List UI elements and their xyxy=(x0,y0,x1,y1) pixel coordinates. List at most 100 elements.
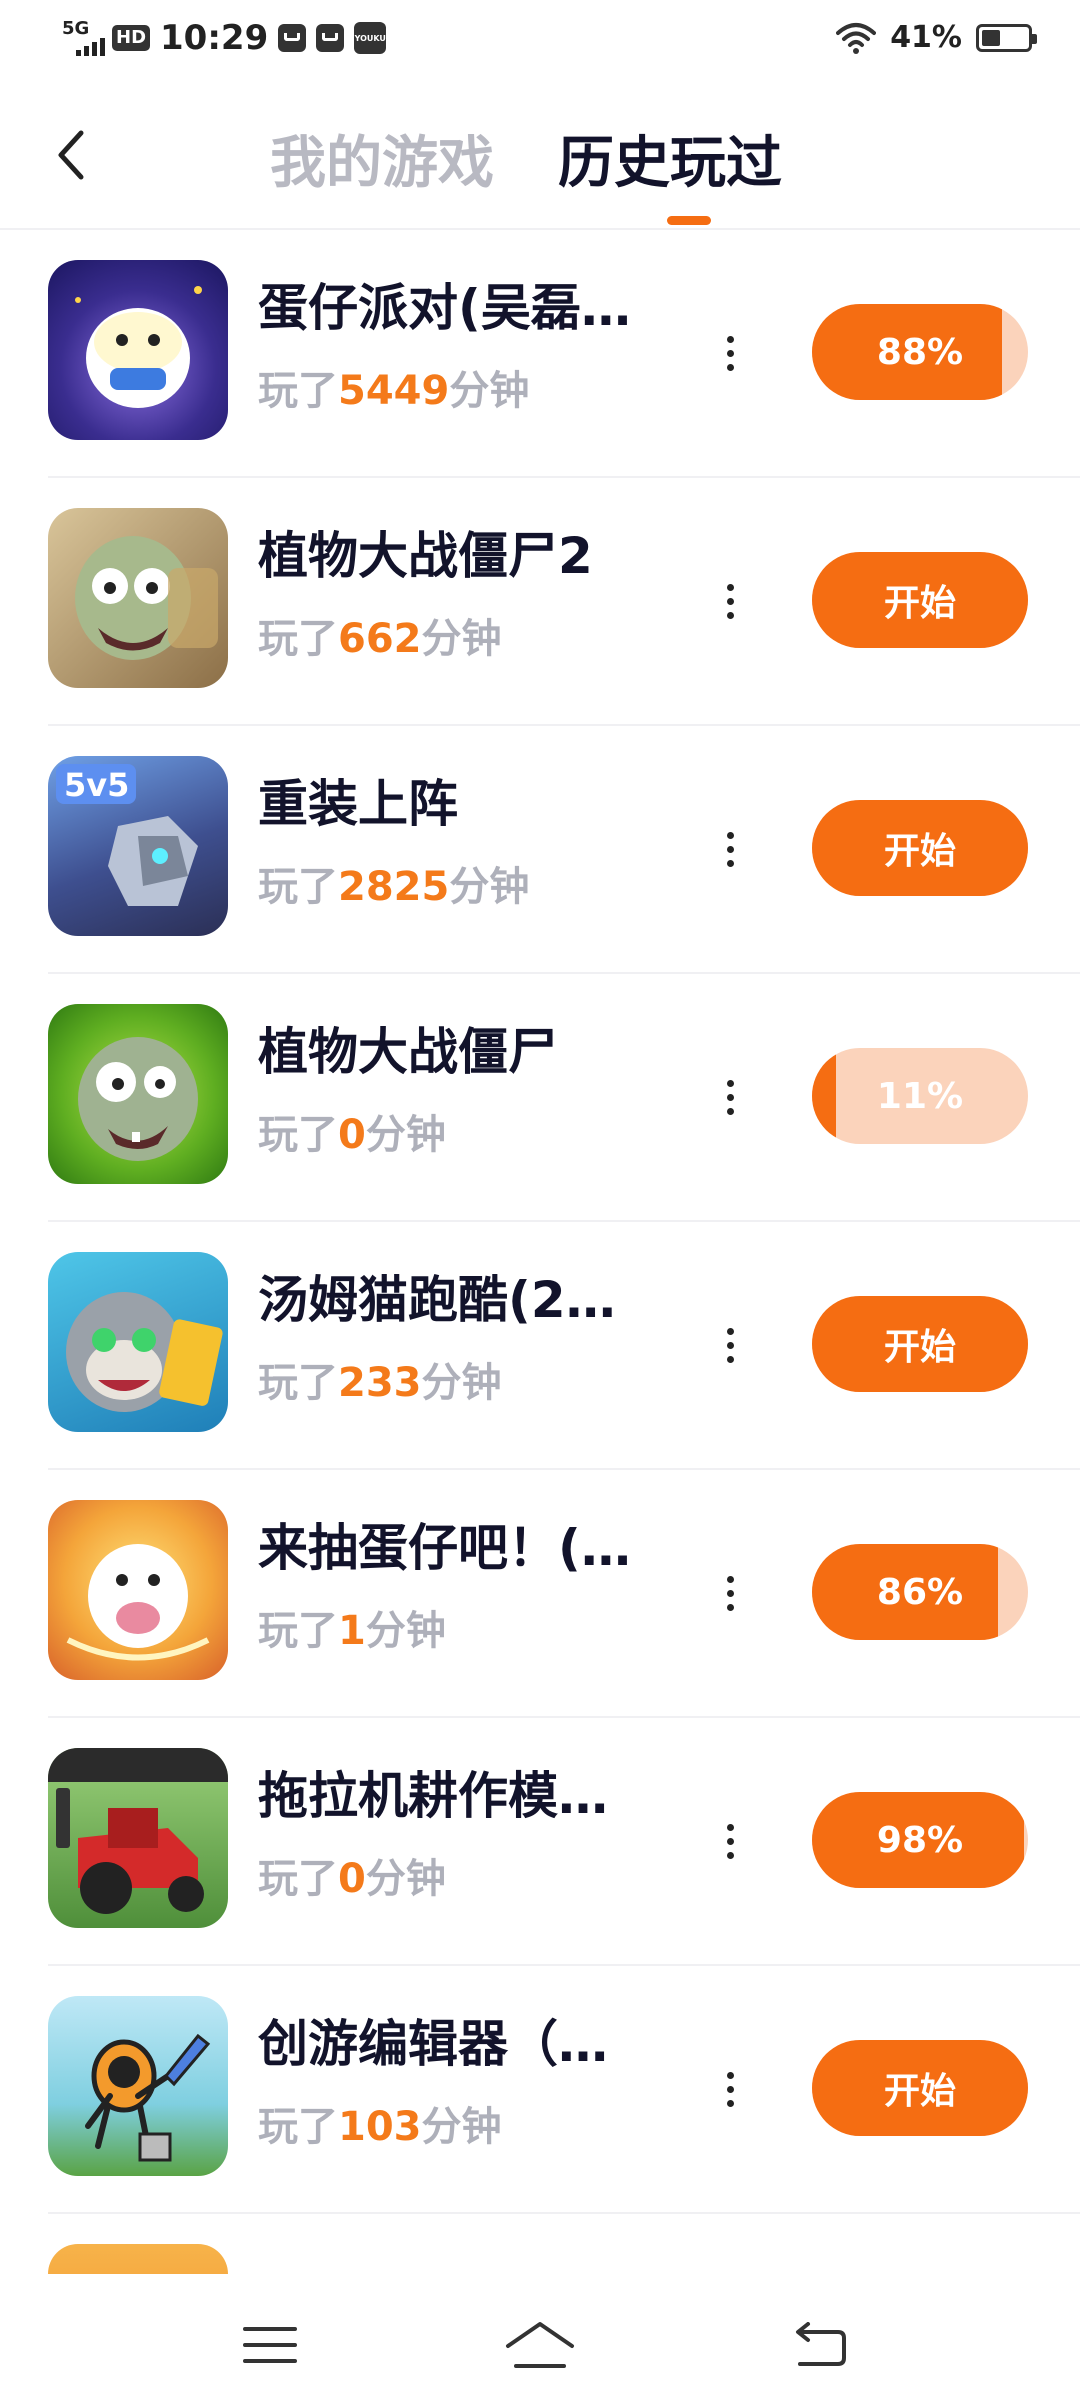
game-title[interactable]: 汤姆猫跑酷(2… xyxy=(258,1260,678,1332)
network-type: 5G xyxy=(62,18,90,39)
played-minutes: 0 xyxy=(338,1856,366,1902)
more-options-icon[interactable] xyxy=(710,1070,750,1124)
played-minutes: 103 xyxy=(338,2104,422,2150)
menu-button[interactable] xyxy=(220,2310,320,2380)
home-button[interactable] xyxy=(490,2310,590,2380)
more-options-icon[interactable] xyxy=(710,822,750,876)
played-minutes: 233 xyxy=(338,1360,422,1406)
played-time: 玩了2825分钟 xyxy=(258,854,529,912)
start-button[interactable]: 开始 xyxy=(812,552,1028,648)
mech-5v5-icon[interactable]: 5v5 xyxy=(48,756,228,936)
game-row[interactable]: 蛋仔派对(吴磊… 玩了5449分钟 88% xyxy=(0,230,1080,478)
pvz-icon[interactable] xyxy=(48,1004,228,1184)
played-prefix: 玩了 xyxy=(258,1608,338,1654)
played-prefix: 玩了 xyxy=(258,1856,338,1902)
download-progress-button[interactable]: 98% xyxy=(812,1792,1028,1888)
played-time: 玩了0分钟 xyxy=(258,1846,446,1904)
download-progress-button[interactable]: 11% xyxy=(812,1048,1028,1144)
played-time: 玩了5449分钟 xyxy=(258,358,529,416)
played-suffix: 分钟 xyxy=(365,1856,446,1902)
game-row[interactable]: 来抽蛋仔吧！(… 玩了1分钟 86% xyxy=(0,1470,1080,1718)
game-row-partial[interactable] xyxy=(0,2214,1080,2274)
tom-cat-icon[interactable] xyxy=(48,1252,228,1432)
played-suffix: 分钟 xyxy=(421,2104,502,2150)
played-suffix: 分钟 xyxy=(449,368,530,414)
pvz2-icon[interactable] xyxy=(48,508,228,688)
played-prefix: 玩了 xyxy=(258,616,338,662)
played-minutes: 662 xyxy=(338,616,422,662)
played-minutes: 1 xyxy=(338,1608,366,1654)
played-suffix: 分钟 xyxy=(449,864,530,910)
more-options-icon[interactable] xyxy=(710,574,750,628)
eggy-party-icon[interactable] xyxy=(48,260,228,440)
battery-icon xyxy=(976,23,1037,52)
played-suffix: 分钟 xyxy=(365,1608,446,1654)
game-row[interactable]: 汤姆猫跑酷(2… 玩了233分钟 开始 xyxy=(0,1222,1080,1470)
game-title[interactable]: 植物大战僵尸2 xyxy=(258,516,678,588)
more-options-icon[interactable] xyxy=(710,1814,750,1868)
message-notification-icon xyxy=(278,24,307,52)
home-icon xyxy=(506,2322,574,2368)
back-button[interactable] xyxy=(40,120,100,190)
tab-history-played[interactable]: 历史玩过 xyxy=(558,118,782,199)
active-tab-indicator xyxy=(667,216,711,225)
game-title[interactable]: 创游编辑器（… xyxy=(258,2004,678,2076)
game-title[interactable]: 拖拉机耕作模… xyxy=(258,1756,678,1828)
game-title[interactable]: 来抽蛋仔吧！(… xyxy=(258,1508,678,1580)
system-nav-bar xyxy=(0,2280,1080,2408)
start-button[interactable]: 开始 xyxy=(812,800,1028,896)
game-title[interactable]: 蛋仔派对(吴磊… xyxy=(258,268,678,340)
tractor-icon[interactable] xyxy=(48,1748,228,1928)
button-label: 86% xyxy=(876,1571,964,1613)
game-title[interactable]: 重装上阵 xyxy=(258,764,678,836)
back-icon xyxy=(796,2322,846,2366)
status-left: 5G HD 10:29 YOUKU xyxy=(60,18,387,58)
played-time: 玩了233分钟 xyxy=(258,1350,502,1408)
game-row[interactable]: 植物大战僵尸 玩了0分钟 11% xyxy=(0,974,1080,1222)
back-nav-button[interactable] xyxy=(770,2310,870,2380)
button-label: 11% xyxy=(876,1075,964,1117)
played-prefix: 玩了 xyxy=(258,864,338,910)
played-suffix: 分钟 xyxy=(421,1360,502,1406)
download-progress-button[interactable]: 86% xyxy=(812,1544,1028,1640)
played-prefix: 玩了 xyxy=(258,1112,338,1158)
game-row[interactable]: 拖拉机耕作模… 玩了0分钟 98% xyxy=(0,1718,1080,1966)
hd-badge: HD xyxy=(112,25,151,51)
played-prefix: 玩了 xyxy=(258,1360,338,1406)
svg-text:5v5: 5v5 xyxy=(64,766,129,804)
played-prefix: 玩了 xyxy=(258,2104,338,2150)
played-minutes: 5449 xyxy=(338,368,450,414)
eggy-draw-icon[interactable] xyxy=(48,1500,228,1680)
button-label: 开始 xyxy=(883,831,956,872)
status-bar: 5G HD 10:29 YOUKU 41% xyxy=(0,0,1080,80)
message-notification-icon-2 xyxy=(316,24,345,52)
more-options-icon[interactable] xyxy=(710,2062,750,2116)
button-label: 开始 xyxy=(883,2071,956,2112)
tab-my-games[interactable]: 我的游戏 xyxy=(270,118,494,199)
played-time: 玩了1分钟 xyxy=(258,1598,446,1656)
partially-visible-game-icon[interactable] xyxy=(48,2244,228,2274)
wifi-icon xyxy=(836,22,877,54)
more-options-icon[interactable] xyxy=(710,1566,750,1620)
download-progress-button[interactable]: 88% xyxy=(812,304,1028,400)
battery-percent: 41% xyxy=(890,20,962,55)
youku-notification-icon: YOUKU xyxy=(354,22,387,54)
start-button[interactable]: 开始 xyxy=(812,2040,1028,2136)
button-label: 98% xyxy=(876,1819,964,1861)
clock: 10:29 xyxy=(160,18,269,58)
game-row[interactable]: 植物大战僵尸2 玩了662分钟 开始 xyxy=(0,478,1080,726)
game-row[interactable]: 5v5 重装上阵 玩了2825分钟 开始 xyxy=(0,726,1080,974)
button-label: 88% xyxy=(876,331,964,373)
start-button[interactable]: 开始 xyxy=(812,1296,1028,1392)
played-suffix: 分钟 xyxy=(421,616,502,662)
more-options-icon[interactable] xyxy=(710,1318,750,1372)
played-time: 玩了662分钟 xyxy=(258,606,502,664)
editor-icon[interactable] xyxy=(48,1996,228,2176)
played-time: 玩了0分钟 xyxy=(258,1102,446,1160)
game-title[interactable]: 植物大战僵尸 xyxy=(258,1012,678,1084)
played-minutes: 0 xyxy=(338,1112,366,1158)
page-header: 我的游戏 历史玩过 xyxy=(0,80,1080,230)
played-time: 玩了103分钟 xyxy=(258,2094,502,2152)
more-options-icon[interactable] xyxy=(710,326,750,380)
game-row[interactable]: 创游编辑器（… 玩了103分钟 开始 xyxy=(0,1966,1080,2214)
